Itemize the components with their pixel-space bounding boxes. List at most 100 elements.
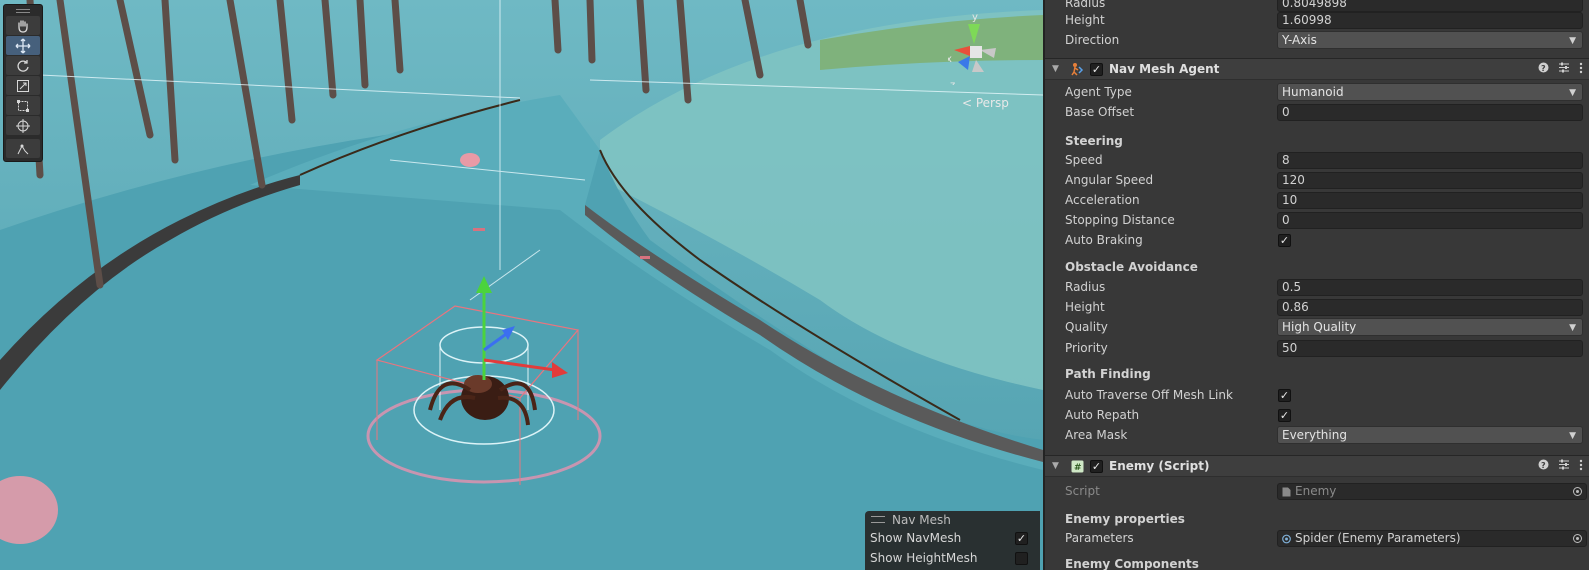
preset-icon[interactable] bbox=[1558, 62, 1570, 76]
rect-tool-button[interactable] bbox=[6, 96, 40, 115]
quality-label: Quality bbox=[1065, 320, 1108, 334]
enemy-properties-header: Enemy properties bbox=[1065, 512, 1185, 526]
stopping-distance-field[interactable]: 0 bbox=[1277, 211, 1583, 229]
scale-tool-button[interactable] bbox=[6, 76, 40, 95]
transform-tool-button[interactable] bbox=[6, 116, 40, 135]
chevron-down-icon: ▼ bbox=[1569, 88, 1576, 98]
script-object-field: Enemy bbox=[1277, 482, 1587, 500]
object-picker-icon bbox=[1573, 486, 1582, 496]
nav-mesh-agent-header[interactable]: ▼ ✓ Nav Mesh Agent ? bbox=[1045, 58, 1589, 80]
angular-speed-label: Angular Speed bbox=[1065, 173, 1154, 187]
agent-type-row: Agent Type Humanoid ▼ bbox=[1045, 82, 1589, 102]
capsule-direction-dropdown[interactable]: Y-Axis ▼ bbox=[1277, 31, 1583, 49]
nav-mesh-overlay-header[interactable]: Nav Mesh bbox=[865, 511, 1040, 528]
show-navmesh-row[interactable]: Show NavMesh ✓ bbox=[865, 528, 1040, 548]
capsule-radius-label: Radius bbox=[1065, 0, 1106, 10]
avoidance-radius-row: Radius 0.5 bbox=[1045, 277, 1589, 297]
parameters-object-field[interactable]: Spider (Enemy Parameters) bbox=[1277, 529, 1587, 547]
agent-type-dropdown[interactable]: Humanoid ▼ bbox=[1277, 83, 1583, 101]
move-arrows-icon bbox=[15, 38, 31, 53]
help-icon[interactable]: ? bbox=[1538, 62, 1549, 76]
help-icon[interactable]: ? bbox=[1538, 459, 1549, 473]
inspector-panel: Radius 0.8049898 Height 1.60998 Directio… bbox=[1043, 0, 1589, 570]
script-row: Script Enemy bbox=[1045, 481, 1589, 501]
script-icon: # bbox=[1070, 459, 1084, 473]
chevron-down-icon: ▼ bbox=[1569, 431, 1576, 441]
nav-mesh-agent-title: Nav Mesh Agent bbox=[1109, 62, 1220, 76]
component-header-actions: ? bbox=[1538, 62, 1583, 77]
nav-mesh-overlay: Nav Mesh Show NavMesh ✓ Show HeightMesh bbox=[865, 511, 1040, 570]
stopping-distance-row: Stopping Distance 0 bbox=[1045, 210, 1589, 230]
show-navmesh-checkbox[interactable]: ✓ bbox=[1015, 531, 1028, 545]
quality-row: Quality High Quality ▼ bbox=[1045, 317, 1589, 337]
angular-speed-row: Angular Speed 120 bbox=[1045, 170, 1589, 190]
nav-mesh-title: Nav Mesh bbox=[892, 512, 951, 527]
parameters-label: Parameters bbox=[1065, 531, 1134, 545]
show-navmesh-label: Show NavMesh bbox=[870, 531, 962, 545]
area-mask-row: Area Mask Everything ▼ bbox=[1045, 425, 1589, 445]
avoidance-radius-field[interactable]: 0.5 bbox=[1277, 278, 1583, 296]
acceleration-row: Acceleration 10 bbox=[1045, 190, 1589, 210]
rotate-tool-button[interactable] bbox=[6, 56, 40, 75]
rect-transform-icon bbox=[17, 99, 29, 112]
parameters-value: Spider (Enemy Parameters) bbox=[1295, 531, 1461, 545]
auto-braking-row: Auto Braking ✓ bbox=[1045, 230, 1589, 250]
chevron-down-icon: ▼ bbox=[1569, 36, 1576, 46]
priority-field[interactable]: 50 bbox=[1277, 339, 1583, 357]
angular-speed-field[interactable]: 120 bbox=[1277, 171, 1583, 189]
script-file-icon bbox=[1282, 487, 1291, 496]
auto-repath-checkbox[interactable]: ✓ bbox=[1278, 408, 1291, 422]
nav-mesh-agent-enabled-checkbox[interactable]: ✓ bbox=[1090, 62, 1103, 76]
avoidance-height-row: Height 0.86 bbox=[1045, 297, 1589, 317]
parameters-row: Parameters Spider (Enemy Parameters) bbox=[1045, 528, 1589, 548]
capsule-height-field[interactable]: 1.60998 bbox=[1277, 11, 1583, 29]
move-tool-button[interactable] bbox=[6, 36, 40, 55]
capsule-direction-value: Y-Axis bbox=[1282, 33, 1317, 47]
steering-header: Steering bbox=[1065, 134, 1123, 148]
stopping-distance-label: Stopping Distance bbox=[1065, 213, 1175, 227]
hand-icon bbox=[18, 19, 28, 33]
show-heightmesh-checkbox[interactable] bbox=[1015, 551, 1028, 565]
enemy-script-enabled-checkbox[interactable]: ✓ bbox=[1090, 459, 1103, 473]
hand-tool-button[interactable] bbox=[6, 16, 40, 35]
acceleration-field[interactable]: 10 bbox=[1277, 191, 1583, 209]
scene-view[interactable]: y x z < Persp Nav Mesh Show NavMesh ✓ Sh… bbox=[0, 0, 1043, 570]
auto-traverse-label: Auto Traverse Off Mesh Link bbox=[1065, 388, 1233, 402]
transform-icon bbox=[16, 118, 30, 133]
capsule-height-row: Height 1.60998 bbox=[1045, 10, 1589, 30]
toolbar-grip[interactable] bbox=[4, 7, 42, 15]
auto-braking-checkbox[interactable]: ✓ bbox=[1278, 233, 1291, 247]
custom-tool-button[interactable] bbox=[6, 139, 40, 158]
speed-label: Speed bbox=[1065, 153, 1103, 167]
perspective-label[interactable]: < Persp bbox=[962, 96, 1009, 110]
area-mask-dropdown[interactable]: Everything ▼ bbox=[1277, 426, 1583, 444]
gizmo-z-label: z bbox=[950, 80, 955, 85]
capsule-height-label: Height bbox=[1065, 13, 1105, 27]
preset-icon[interactable] bbox=[1558, 459, 1570, 473]
show-heightmesh-row[interactable]: Show HeightMesh bbox=[865, 548, 1040, 568]
orientation-gizmo[interactable]: y x z bbox=[948, 10, 1012, 85]
auto-repath-label: Auto Repath bbox=[1065, 408, 1140, 422]
object-picker-icon[interactable] bbox=[1573, 533, 1582, 543]
kebab-menu-icon[interactable] bbox=[1579, 459, 1583, 474]
foldout-arrow-icon[interactable]: ▼ bbox=[1052, 64, 1059, 74]
auto-traverse-checkbox[interactable]: ✓ bbox=[1278, 388, 1291, 402]
base-offset-field[interactable]: 0 bbox=[1277, 103, 1583, 121]
avoidance-height-field[interactable]: 0.86 bbox=[1277, 298, 1583, 316]
speed-field[interactable]: 8 bbox=[1277, 151, 1583, 169]
base-offset-row: Base Offset 0 bbox=[1045, 102, 1589, 122]
nav-mesh-agent-icon bbox=[1070, 62, 1084, 76]
svg-text:?: ? bbox=[1541, 461, 1546, 470]
rotate-icon bbox=[17, 59, 29, 72]
svg-text:?: ? bbox=[1541, 64, 1546, 73]
avoidance-height-label: Height bbox=[1065, 300, 1105, 314]
foldout-arrow-icon[interactable]: ▼ bbox=[1052, 461, 1059, 471]
quality-dropdown[interactable]: High Quality ▼ bbox=[1277, 318, 1583, 336]
kebab-menu-icon[interactable] bbox=[1579, 62, 1583, 77]
area-mask-value: Everything bbox=[1282, 428, 1347, 442]
scale-icon bbox=[17, 79, 29, 92]
script-label: Script bbox=[1065, 484, 1100, 498]
capsule-direction-row: Direction Y-Axis ▼ bbox=[1045, 30, 1589, 50]
auto-traverse-row: Auto Traverse Off Mesh Link ✓ bbox=[1045, 385, 1589, 405]
enemy-script-header[interactable]: ▼ # ✓ Enemy (Script) ? bbox=[1045, 455, 1589, 477]
